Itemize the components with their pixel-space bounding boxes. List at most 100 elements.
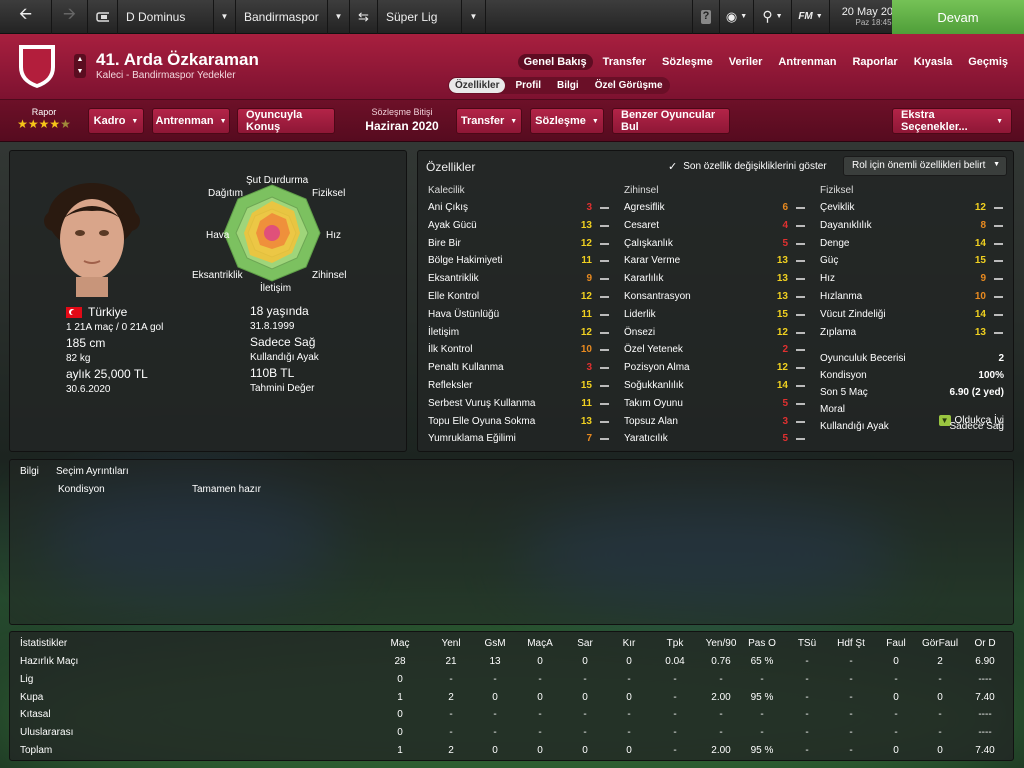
attribute-row[interactable]: Pozisyon Alma 12 xyxy=(624,359,808,376)
subtab-private-chat[interactable]: Özel Görüşme xyxy=(589,78,669,93)
attribute-row[interactable]: Çalışkanlık 5 xyxy=(624,235,808,252)
attribute-row[interactable]: Ani Çıkış 3 xyxy=(428,199,612,216)
attribute-row[interactable]: Penaltı Kullanma 3 xyxy=(428,359,612,376)
tab-history[interactable]: Geçmiş xyxy=(962,54,1014,70)
attribute-row[interactable]: Konsantrasyon 13 xyxy=(624,288,808,305)
attribute-row[interactable]: Liderlik 15 xyxy=(624,306,808,323)
stats-column-header[interactable]: Yenl xyxy=(426,638,476,649)
subtab-profile[interactable]: Profil xyxy=(509,78,547,93)
player-prev-next[interactable]: ▲ ▼ xyxy=(74,54,86,78)
attribute-row[interactable]: Soğukkanlılık 14 xyxy=(624,377,808,394)
attribute-row[interactable]: Refleksler 15 xyxy=(428,377,612,394)
fm-logo-icon: FM xyxy=(798,11,813,22)
down-arrow-icon[interactable]: ▼ xyxy=(74,66,86,78)
club-dropdown[interactable]: ▼ xyxy=(328,0,350,34)
info-tab[interactable]: Bilgi xyxy=(20,466,39,477)
no-change-icon xyxy=(994,331,1003,334)
club-menu[interactable]: Bandirmaspor xyxy=(236,0,328,34)
nation-name[interactable]: Türkiye xyxy=(88,305,127,319)
no-change-icon xyxy=(796,349,805,352)
attribute-row[interactable]: Elle Kontrol 12 xyxy=(428,288,612,305)
tab-contract[interactable]: Sözleşme xyxy=(656,54,719,70)
home-button[interactable] xyxy=(88,0,118,34)
attribute-row[interactable]: Topsuz Alan 3 xyxy=(624,413,808,430)
competition-menu[interactable]: Süper Lig xyxy=(378,0,462,34)
training-button[interactable]: Antrenman ▼ xyxy=(152,108,230,134)
talk-to-player-button[interactable]: Oyuncuyla Konuş xyxy=(237,108,335,134)
attribute-row[interactable]: Topu Elle Oyuna Sokma 13 xyxy=(428,413,612,430)
contract-button[interactable]: Sözleşme ▼ xyxy=(530,108,604,134)
stats-column-header[interactable]: Sar xyxy=(560,638,610,649)
attribute-row[interactable]: Hava Üstünlüğü 11 xyxy=(428,306,612,323)
fm-menu-button[interactable]: FM ▼ xyxy=(792,0,830,34)
attribute-name: Denge xyxy=(820,237,850,249)
attribute-row[interactable]: Çeviklik 12 xyxy=(820,199,1006,216)
swap-button[interactable]: ⇆ xyxy=(350,0,378,34)
attribute-row[interactable]: Bire Bir 12 xyxy=(428,235,612,252)
stats-column-header[interactable]: Pas O xyxy=(737,638,787,649)
transfer-button[interactable]: Transfer ▼ xyxy=(456,108,522,134)
stats-column-header[interactable]: Faul xyxy=(871,638,921,649)
tab-overview[interactable]: Genel Bakış xyxy=(517,54,593,70)
attribute-row[interactable]: Dayanıklılık 8 xyxy=(820,217,1006,234)
search-button[interactable]: ⚲ ▼ xyxy=(754,0,792,34)
attribute-row[interactable]: Agresiflik 6 xyxy=(624,199,808,216)
stats-column-header[interactable]: MaçA xyxy=(515,638,565,649)
stats-cell: - xyxy=(938,709,942,721)
subtab-info[interactable]: Bilgi xyxy=(551,78,585,93)
tab-transfer[interactable]: Transfer xyxy=(597,54,652,70)
report-rating[interactable]: Rapor ★★★★★ xyxy=(14,107,74,131)
attribute-row[interactable]: Hız 9 xyxy=(820,270,1006,287)
attribute-row[interactable]: Kararlılık 13 xyxy=(624,270,808,287)
manager-dropdown[interactable]: ▼ xyxy=(214,0,236,34)
continue-button[interactable]: Devam xyxy=(892,0,1024,34)
subtab-attributes[interactable]: Özellikler xyxy=(449,78,506,93)
attribute-row[interactable]: Karar Verme 13 xyxy=(624,252,808,269)
attribute-row[interactable]: Hızlanma 10 xyxy=(820,288,1006,305)
attribute-row[interactable]: Ayak Gücü 13 xyxy=(428,217,612,234)
attribute-row[interactable]: Vücut Zindeliği 14 xyxy=(820,306,1006,323)
attribute-row[interactable]: Cesaret 4 xyxy=(624,217,808,234)
find-similar-button[interactable]: Benzer Oyuncular Bul xyxy=(612,108,730,134)
world-button[interactable]: ◉ ▼ xyxy=(720,0,754,34)
stats-cell: - xyxy=(760,673,764,685)
attribute-row[interactable]: Yaratıcılık 5 xyxy=(624,430,808,447)
stats-column-header[interactable]: GsM xyxy=(470,638,520,649)
attribute-row[interactable]: Bölge Hakimiyeti 11 xyxy=(428,252,612,269)
attribute-row[interactable]: Yumruklama Eğilimi 7 xyxy=(428,430,612,447)
attribute-row[interactable]: Eksantriklik 9 xyxy=(428,270,612,287)
no-change-icon xyxy=(796,367,805,370)
tab-data[interactable]: Veriler xyxy=(723,54,769,70)
squad-button[interactable]: Kadro ▼ xyxy=(88,108,144,134)
attribute-row[interactable]: Serbest Vuruş Kullanma 11 xyxy=(428,395,612,412)
forward-button[interactable]: 🡪 xyxy=(52,0,88,34)
stats-column-header[interactable]: Tpk xyxy=(650,638,700,649)
tab-training[interactable]: Antrenman xyxy=(772,54,842,70)
attribute-row[interactable]: Takım Oyunu 5 xyxy=(624,395,808,412)
stats-column-header[interactable]: TSü xyxy=(782,638,832,649)
stats-column-header[interactable]: Maç xyxy=(375,638,425,649)
help-button[interactable]: ? xyxy=(692,0,720,34)
extra-options-button[interactable]: Ekstra Seçenekler... ▼ xyxy=(892,108,1012,134)
back-button[interactable]: 🡨 xyxy=(0,0,52,34)
up-arrow-icon[interactable]: ▲ xyxy=(74,54,86,66)
attribute-row[interactable]: Özel Yetenek 2 xyxy=(624,341,808,358)
stats-cell: 0 xyxy=(537,691,543,703)
selection-details-tab[interactable]: Seçim Ayrıntıları xyxy=(56,466,129,477)
tab-reports[interactable]: Raporlar xyxy=(846,54,903,70)
stats-column-header[interactable]: Hdf Şt xyxy=(826,638,876,649)
attribute-row[interactable]: Zıplama 13 xyxy=(820,324,1006,341)
competition-dropdown[interactable]: ▼ xyxy=(462,0,486,34)
tab-compare[interactable]: Kıyasla xyxy=(908,54,959,70)
attribute-row[interactable]: Denge 14 xyxy=(820,235,1006,252)
role-attributes-select[interactable]: Rol için önemli özellikleri belirt ▼ xyxy=(843,156,1007,176)
stats-column-header[interactable]: Or D xyxy=(960,638,1010,649)
stats-column-header[interactable]: Kır xyxy=(604,638,654,649)
attribute-row[interactable]: İlk Kontrol 10 xyxy=(428,341,612,358)
attribute-row[interactable]: İletişim 12 xyxy=(428,324,612,341)
attribute-row[interactable]: Önsezi 12 xyxy=(624,324,808,341)
show-changes-checkbox[interactable]: ✓ Son özellik değişikliklerini göster xyxy=(668,160,827,173)
stats-column-header[interactable]: GörFaul xyxy=(915,638,965,649)
attribute-row[interactable]: Güç 15 xyxy=(820,252,1006,269)
manager-menu[interactable]: D Dominus xyxy=(118,0,214,34)
